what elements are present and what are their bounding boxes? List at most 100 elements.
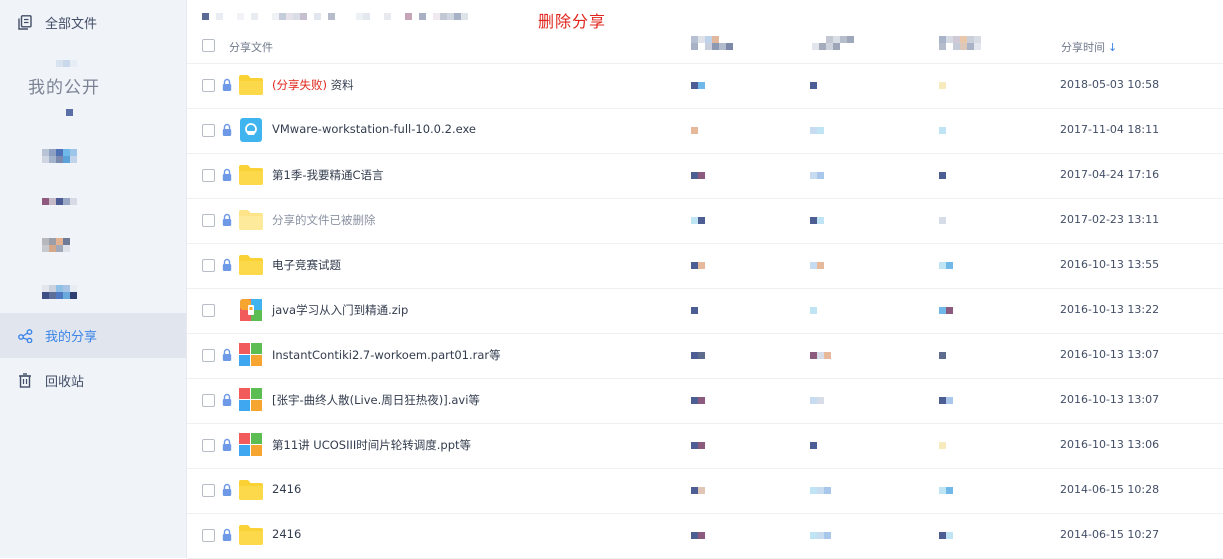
folder-icon (238, 208, 264, 232)
table-row[interactable]: 电子竞赛试题 2016-10-13 13:55 (187, 243, 1223, 289)
share-time: 2016-10-13 13:55 (1060, 258, 1160, 271)
table-row[interactable]: 分享的文件已被删除 2017-02-23 13:11 (187, 198, 1223, 244)
lock-icon (222, 528, 232, 541)
sidebar-item-my-shares[interactable]: 我的分享 (0, 313, 186, 358)
table-row[interactable]: InstantContiki2.7-workoem.part01.rar等 20… (187, 333, 1223, 379)
table-header: 分享文件 分享时间 ↓ (187, 27, 1223, 64)
lock-icon (222, 348, 232, 361)
row-checkbox[interactable] (202, 394, 215, 407)
file-name[interactable]: 第11讲 UCOSIII时间片轮转调度.ppt等 (272, 437, 471, 453)
file-name[interactable]: 电子竞赛试题 (272, 257, 341, 273)
table-row[interactable]: 2416 2014-06-15 10:28 (187, 468, 1223, 514)
file-name[interactable]: 分享的文件已被删除 (272, 212, 376, 228)
redacted-block (42, 198, 77, 205)
row-checkbox[interactable] (202, 124, 215, 137)
redacted-block (691, 217, 705, 224)
file-name[interactable]: [张宇-曲终人散(Live.周日狂热夜)].avi等 (272, 392, 480, 408)
row-checkbox[interactable] (202, 439, 215, 452)
redacted-block (939, 352, 946, 359)
redacted-block (691, 82, 705, 89)
sort-desc-icon[interactable]: ↓ (1108, 41, 1117, 54)
row-checkbox[interactable] (202, 214, 215, 227)
redacted-block (939, 127, 946, 134)
row-checkbox[interactable] (202, 484, 215, 497)
file-name[interactable]: (分享失败) 资料 (272, 77, 354, 93)
redacted-block (42, 238, 70, 252)
redacted-block (939, 262, 953, 269)
folder-icon (238, 478, 264, 502)
redacted-block (810, 352, 831, 359)
redacted-block (66, 109, 73, 116)
redacted-block (691, 307, 698, 314)
redacted-block (691, 487, 705, 494)
share-time: 2017-02-23 13:11 (1060, 213, 1160, 226)
share-fail-tag: (分享失败) (272, 78, 331, 92)
redacted-block (939, 217, 946, 224)
redacted-block (810, 172, 824, 179)
file-name[interactable]: 2416 (272, 482, 301, 496)
redacted-block (691, 127, 698, 134)
share-icon (17, 328, 33, 344)
redacted-block (42, 149, 77, 163)
table-row[interactable]: VMware-workstation-full-10.0.2.exe 2017-… (187, 108, 1223, 154)
files-icon (17, 15, 33, 31)
row-checkbox[interactable] (202, 349, 215, 362)
share-time: 2017-04-24 17:16 (1060, 168, 1160, 181)
lock-icon (222, 483, 232, 496)
table-row[interactable]: 2416 2014-06-15 10:27 (187, 513, 1223, 559)
redacted-block (56, 60, 77, 67)
folder-icon (238, 73, 264, 97)
share-time: 2016-10-13 13:07 (1060, 393, 1160, 406)
redacted-block (812, 36, 861, 50)
redacted-block (810, 442, 817, 449)
table-row[interactable]: java学习从入门到精通.zip 2016-10-13 13:22 (187, 288, 1223, 334)
lock-icon (222, 393, 232, 406)
table-row[interactable]: 第11讲 UCOSIII时间片轮转调度.ppt等 2016-10-13 13:0… (187, 423, 1223, 469)
redacted-block (810, 307, 817, 314)
file-name[interactable]: java学习从入门到精通.zip (272, 302, 408, 318)
sidebar-item-recycle-bin[interactable]: 回收站 (0, 358, 186, 403)
redacted-block (939, 532, 953, 539)
table-row[interactable]: (分享失败) 资料 2018-05-03 10:58 (187, 63, 1223, 109)
redacted-block (691, 397, 705, 404)
multiple-files-icon (238, 343, 264, 367)
redacted-block (691, 36, 740, 50)
column-header-name[interactable]: 分享文件 (229, 39, 273, 55)
row-checkbox[interactable] (202, 529, 215, 542)
row-checkbox[interactable] (202, 169, 215, 182)
column-header-time[interactable]: 分享时间 ↓ (1061, 39, 1117, 55)
redacted-block (939, 82, 946, 89)
share-time: 2016-10-13 13:06 (1060, 438, 1160, 451)
main-panel: 删除分享 分享文件 分享时间 ↓ (分享失败) 资料 2018-05-03 10:… (187, 0, 1223, 559)
redacted-block (691, 442, 705, 449)
row-checkbox[interactable] (202, 304, 215, 317)
file-name[interactable]: InstantContiki2.7-workoem.part01.rar等 (272, 347, 501, 363)
sidebar-item-label: 回收站 (45, 375, 85, 390)
file-name[interactable]: 2416 (272, 527, 301, 541)
share-time: 2014-06-15 10:28 (1060, 483, 1160, 496)
multiple-files-icon (238, 388, 264, 412)
share-time: 2014-06-15 10:27 (1060, 528, 1160, 541)
redacted-block (691, 262, 705, 269)
share-time: 2016-10-13 13:07 (1060, 348, 1160, 361)
lock-icon (222, 213, 232, 226)
lock-icon (222, 438, 232, 451)
sidebar-item-label: 我的分享 (45, 330, 98, 345)
redacted-block (939, 172, 946, 179)
share-time: 2016-10-13 13:22 (1060, 303, 1160, 316)
row-checkbox[interactable] (202, 259, 215, 272)
share-time: 2018-05-03 10:58 (1060, 78, 1160, 91)
redacted-block (810, 262, 824, 269)
table-row[interactable]: 第1季-我要精通C语言 2017-04-24 17:16 (187, 153, 1223, 199)
file-name[interactable]: VMware-workstation-full-10.0.2.exe (272, 122, 476, 136)
table-row[interactable]: [张宇-曲终人散(Live.周日狂热夜)].avi等 2016-10-13 13… (187, 378, 1223, 424)
redacted-block (939, 397, 953, 404)
sidebar-sublabel[interactable]: 我的公开 (28, 73, 100, 98)
redacted-block (810, 217, 824, 224)
sidebar-item-all-files[interactable]: 全部文件 (0, 0, 186, 45)
redacted-block (810, 487, 831, 494)
row-checkbox[interactable] (202, 79, 215, 92)
folder-icon (238, 253, 264, 277)
select-all-checkbox[interactable] (202, 39, 215, 52)
file-name[interactable]: 第1季-我要精通C语言 (272, 167, 384, 183)
